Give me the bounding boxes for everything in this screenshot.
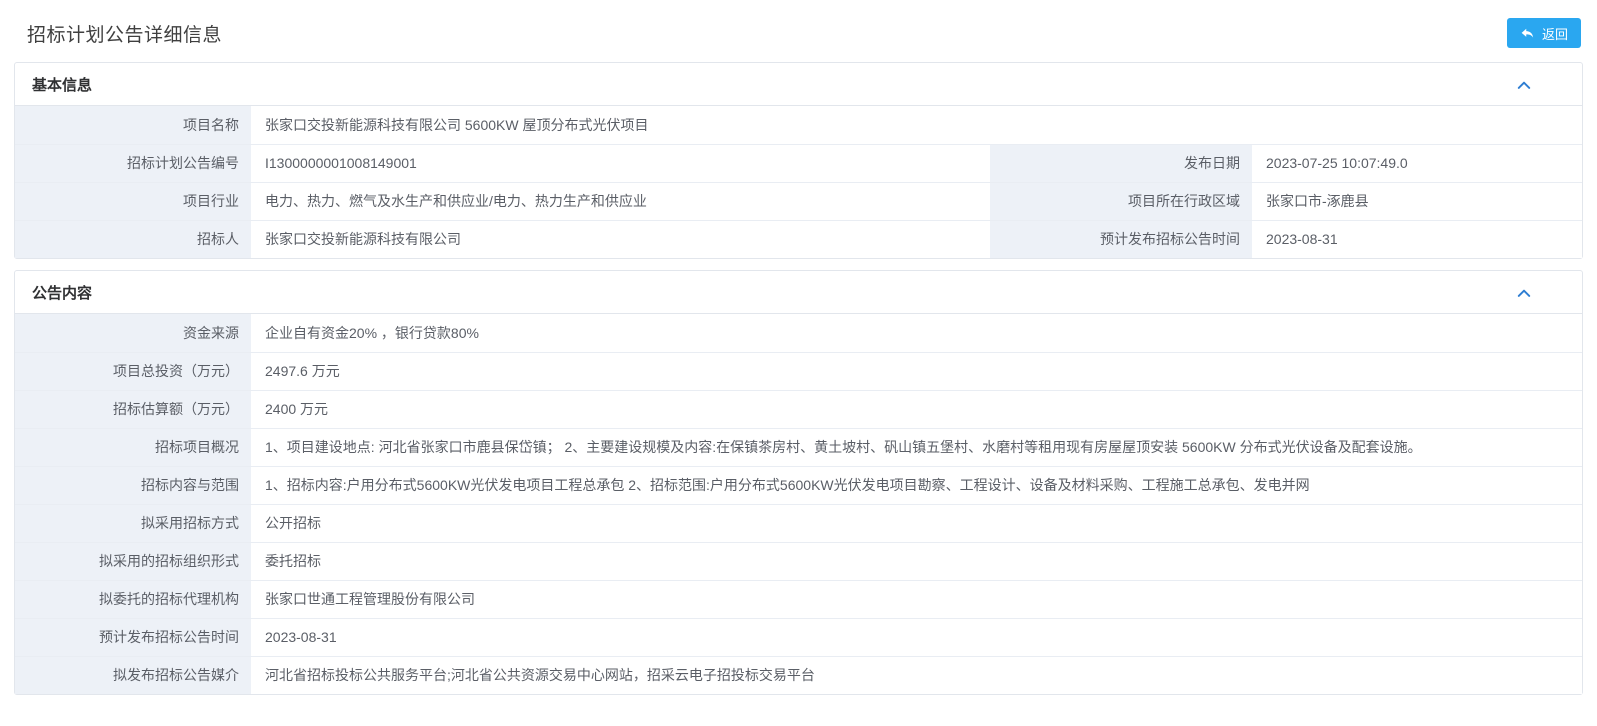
section-rows: 项目名称张家口交投新能源科技有限公司 5600KW 屋顶分布式光伏项目招标计划公… <box>15 106 1582 258</box>
field-value: I1300000001008149001 <box>253 145 988 182</box>
field-row: 拟采用的招标组织形式委托招标 <box>15 542 1582 580</box>
field-value: 企业自有资金20% ，银行贷款80% <box>253 314 1582 352</box>
field-row: 项目总投资（万元）2497.6 万元 <box>15 352 1582 390</box>
page-title: 招标计划公告详细信息 <box>27 20 222 47</box>
field-row: 招标项目概况1、项目建设地点: 河北省张家口市鹿县保岱镇； 2、主要建设规模及内… <box>15 428 1582 466</box>
field-label: 项目行业 <box>15 183 253 220</box>
field-label: 资金来源 <box>15 314 253 352</box>
field-value: 河北省招标投标公共服务平台;河北省公共资源交易中心网站，招采云电子招投标交易平台 <box>253 657 1582 694</box>
section-header: 公告内容 <box>15 271 1582 314</box>
field-value: 2400 万元 <box>253 391 1582 428</box>
field-row: 拟委托的招标代理机构张家口世通工程管理股份有限公司 <box>15 580 1582 618</box>
field-label: 发布日期 <box>988 145 1254 182</box>
field-row: 招标计划公告编号I1300000001008149001发布日期2023-07-… <box>15 144 1582 182</box>
field-row: 资金来源企业自有资金20% ，银行贷款80% <box>15 314 1582 352</box>
field-label: 招标项目概况 <box>15 429 253 466</box>
chevron-up-icon[interactable] <box>1515 78 1533 92</box>
field-label: 项目名称 <box>15 106 253 144</box>
section-header: 基本信息 <box>15 63 1582 106</box>
field-label: 招标计划公告编号 <box>15 145 253 182</box>
field-label: 预计发布招标公告时间 <box>988 221 1254 258</box>
field-value: 1、项目建设地点: 河北省张家口市鹿县保岱镇； 2、主要建设规模及内容:在保镇茶… <box>253 429 1582 466</box>
field-label: 招标内容与范围 <box>15 467 253 504</box>
field-value: 公开招标 <box>253 505 1582 542</box>
field-row: 项目名称张家口交投新能源科技有限公司 5600KW 屋顶分布式光伏项目 <box>15 106 1582 144</box>
field-value: 2023-08-31 <box>1254 221 1582 258</box>
field-label: 拟委托的招标代理机构 <box>15 581 253 618</box>
back-button[interactable]: 返回 <box>1507 18 1581 48</box>
section-panel-basic-info: 基本信息 项目名称张家口交投新能源科技有限公司 5600KW 屋顶分布式光伏项目… <box>14 62 1583 259</box>
field-value: 2023-07-25 10:07:49.0 <box>1254 145 1582 182</box>
section-title: 公告内容 <box>32 282 92 303</box>
field-value: 委托招标 <box>253 543 1582 580</box>
reply-arrow-icon <box>1520 26 1535 41</box>
field-value: 张家口交投新能源科技有限公司 <box>253 221 988 258</box>
field-label: 拟发布招标公告媒介 <box>15 657 253 694</box>
field-value: 张家口世通工程管理股份有限公司 <box>253 581 1582 618</box>
field-value: 张家口市-涿鹿县 <box>1254 183 1582 220</box>
field-label: 预计发布招标公告时间 <box>15 619 253 656</box>
field-label: 招标估算额（万元） <box>15 391 253 428</box>
field-label: 项目所在行政区域 <box>988 183 1254 220</box>
back-button-label: 返回 <box>1542 24 1568 43</box>
field-row: 招标人张家口交投新能源科技有限公司预计发布招标公告时间2023-08-31 <box>15 220 1582 258</box>
field-row: 招标内容与范围1、招标内容:户用分布式5600KW光伏发电项目工程总承包 2、招… <box>15 466 1582 504</box>
field-row: 拟采用招标方式公开招标 <box>15 504 1582 542</box>
field-row: 招标估算额（万元）2400 万元 <box>15 390 1582 428</box>
field-label: 拟采用招标方式 <box>15 505 253 542</box>
field-label: 拟采用的招标组织形式 <box>15 543 253 580</box>
field-row: 预计发布招标公告时间2023-08-31 <box>15 618 1582 656</box>
field-value: 2497.6 万元 <box>253 353 1582 390</box>
chevron-up-icon[interactable] <box>1515 286 1533 300</box>
section-rows: 资金来源企业自有资金20% ，银行贷款80%项目总投资（万元）2497.6 万元… <box>15 314 1582 694</box>
field-value: 1、招标内容:户用分布式5600KW光伏发电项目工程总承包 2、招标范围:户用分… <box>253 467 1582 504</box>
field-value: 张家口交投新能源科技有限公司 5600KW 屋顶分布式光伏项目 <box>253 106 1582 144</box>
field-value: 2023-08-31 <box>253 619 1582 656</box>
field-label: 招标人 <box>15 221 253 258</box>
field-row: 拟发布招标公告媒介河北省招标投标公共服务平台;河北省公共资源交易中心网站，招采云… <box>15 656 1582 694</box>
topbar: 招标计划公告详细信息 返回 <box>0 0 1597 62</box>
field-row: 项目行业电力、热力、燃气及水生产和供应业/电力、热力生产和供应业项目所在行政区域… <box>15 182 1582 220</box>
section-panel-announcement-content: 公告内容 资金来源企业自有资金20% ，银行贷款80%项目总投资（万元）2497… <box>14 270 1583 695</box>
field-value: 电力、热力、燃气及水生产和供应业/电力、热力生产和供应业 <box>253 183 988 220</box>
field-label: 项目总投资（万元） <box>15 353 253 390</box>
section-title: 基本信息 <box>32 74 92 95</box>
